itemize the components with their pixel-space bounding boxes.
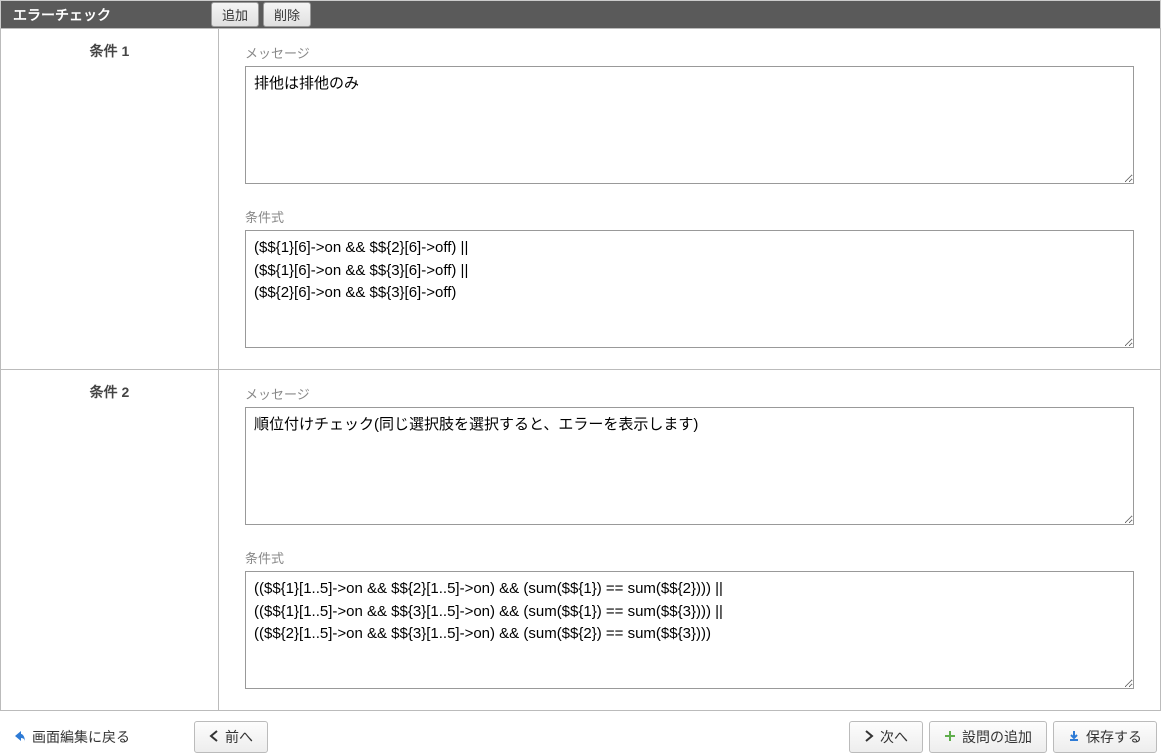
plus-icon [944, 729, 956, 745]
delete-button[interactable]: 削除 [263, 2, 311, 27]
message-textarea[interactable] [245, 407, 1134, 525]
back-to-edit-label: 画面編集に戻る [32, 727, 130, 747]
condition-content: メッセージ 条件式 [219, 29, 1161, 370]
expression-label: 条件式 [245, 548, 1134, 567]
save-label: 保存する [1086, 727, 1142, 747]
chevron-left-icon [209, 729, 219, 745]
add-question-label: 設問の追加 [962, 727, 1032, 747]
error-check-header: エラーチェック 追加 削除 [0, 0, 1161, 28]
chevron-right-icon [864, 729, 874, 745]
condition-label: 条件 2 [1, 370, 219, 711]
prev-label: 前へ [225, 727, 253, 747]
prev-button[interactable]: 前へ [194, 721, 268, 753]
expression-textarea[interactable] [245, 571, 1134, 689]
back-arrow-icon [12, 729, 26, 746]
condition-label: 条件 1 [1, 29, 219, 370]
message-label: メッセージ [245, 384, 1134, 403]
condition-content: メッセージ 条件式 [219, 370, 1161, 711]
save-download-icon [1068, 729, 1080, 745]
message-textarea[interactable] [245, 66, 1134, 184]
next-button[interactable]: 次へ [849, 721, 923, 753]
back-to-edit-button[interactable]: 画面編集に戻る [4, 722, 138, 752]
header-title: エラーチェック [1, 5, 211, 25]
message-label: メッセージ [245, 43, 1134, 62]
expression-label: 条件式 [245, 207, 1134, 226]
conditions-table: 条件 1 メッセージ 条件式 条件 2 メッセージ 条件式 [0, 28, 1161, 711]
expression-textarea[interactable] [245, 230, 1134, 348]
add-button[interactable]: 追加 [211, 2, 259, 27]
next-label: 次へ [880, 727, 908, 747]
condition-row: 条件 1 メッセージ 条件式 [1, 29, 1161, 370]
save-button[interactable]: 保存する [1053, 721, 1157, 753]
add-question-button[interactable]: 設問の追加 [929, 721, 1047, 753]
footer-toolbar: 画面編集に戻る 前へ 次へ 設問の追加 保存する [0, 711, 1161, 753]
condition-row: 条件 2 メッセージ 条件式 [1, 370, 1161, 711]
